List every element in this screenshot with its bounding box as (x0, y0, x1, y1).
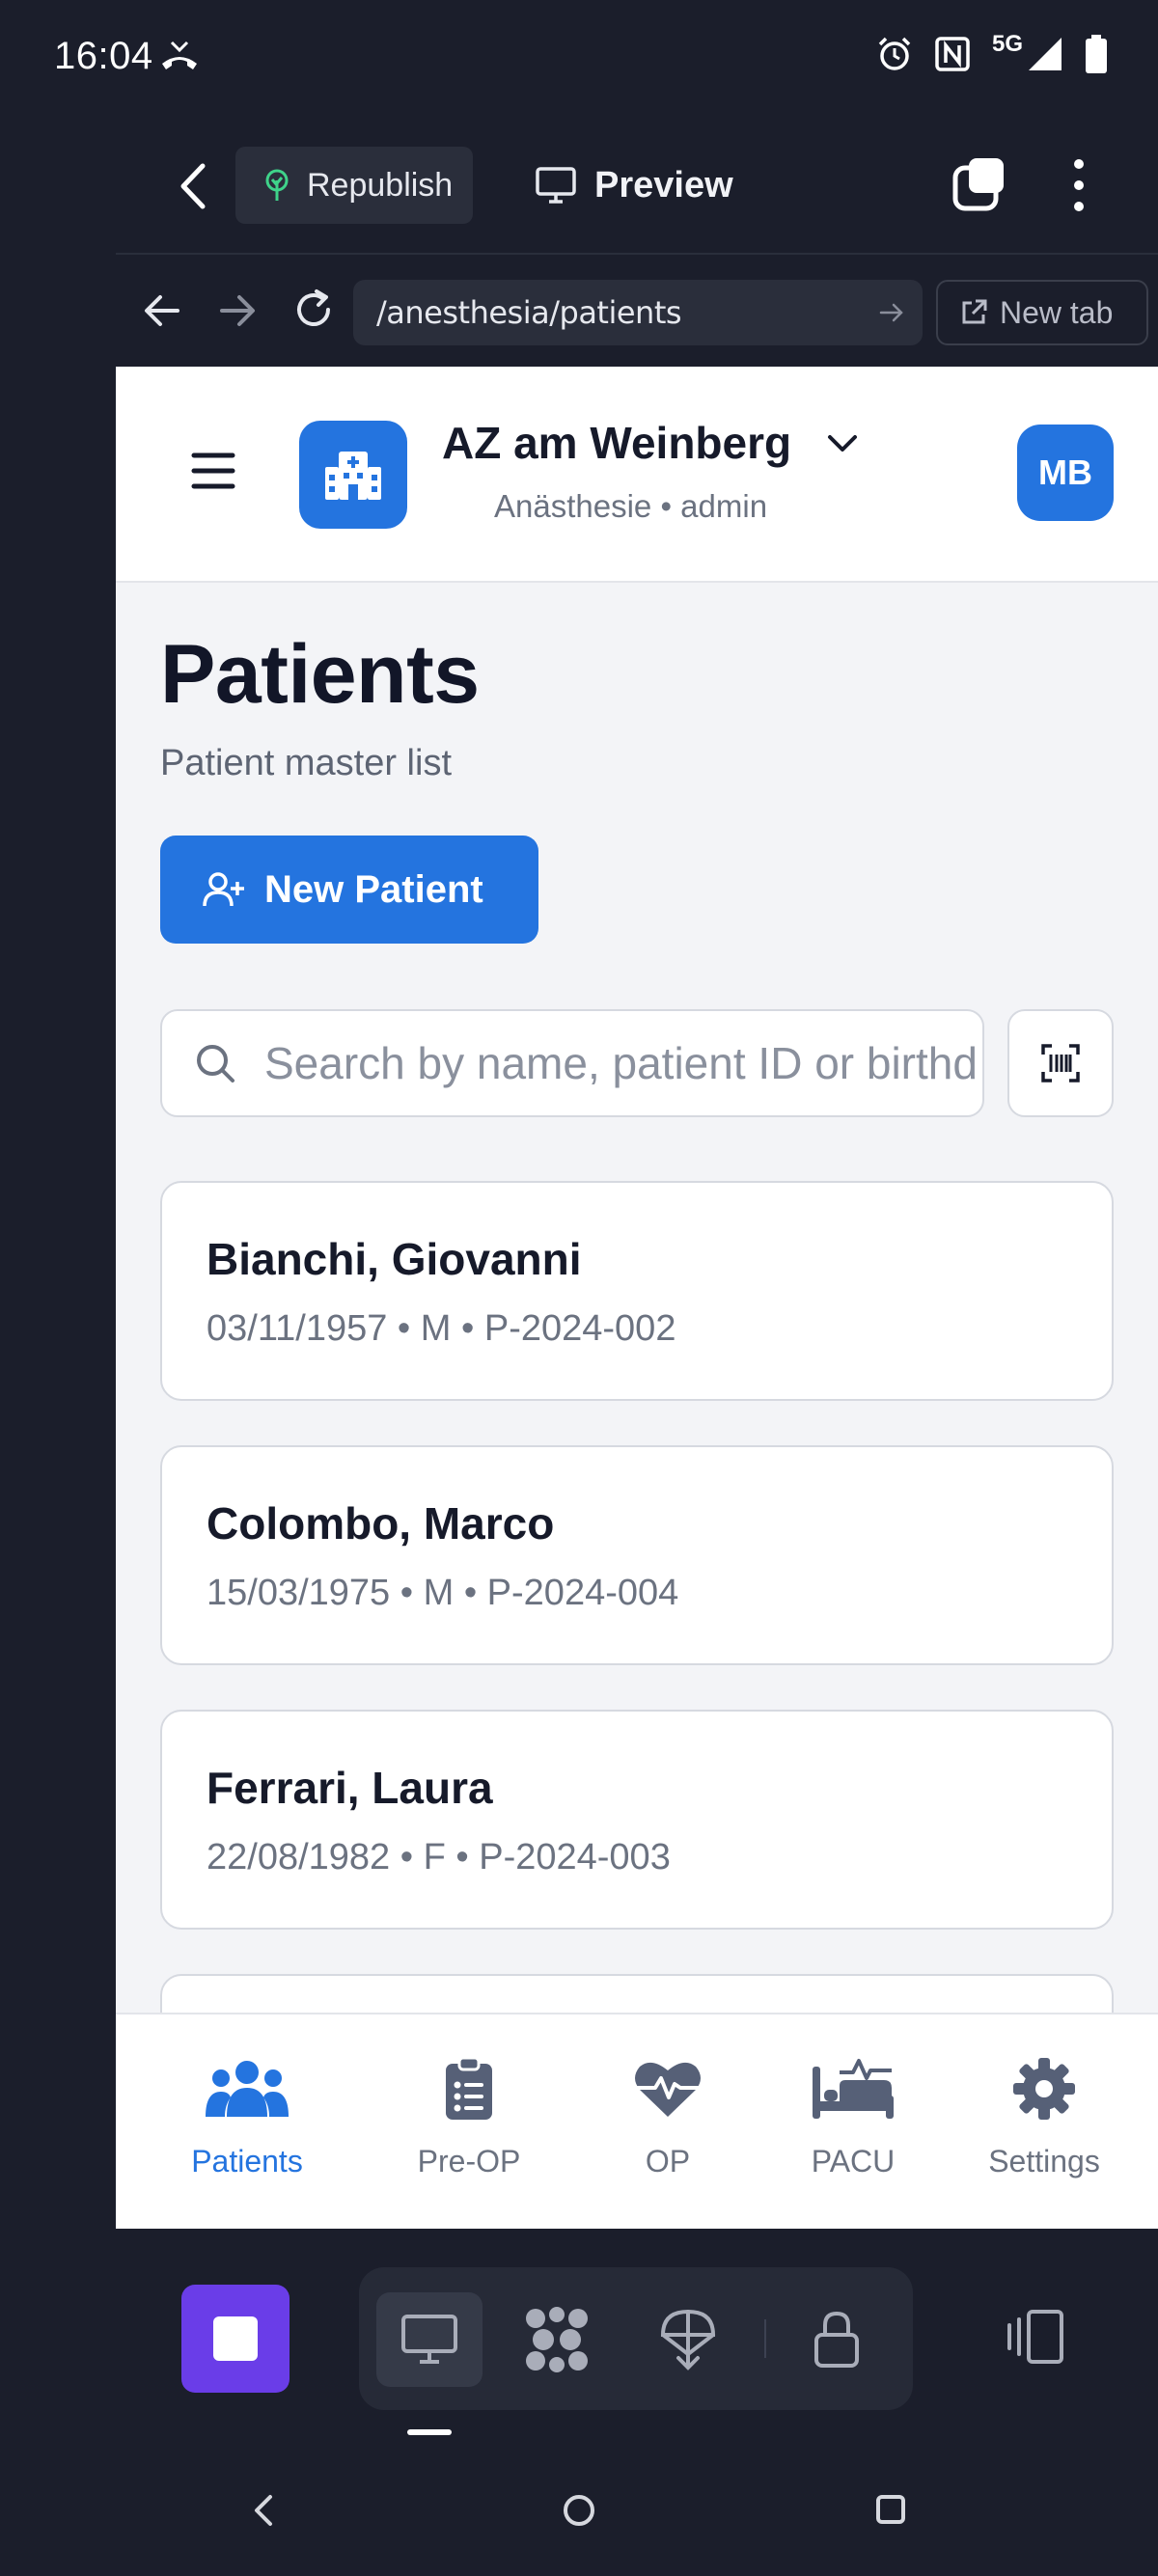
page-title: Patients (160, 628, 480, 721)
lock-button[interactable] (784, 2292, 890, 2387)
user-plus-icon (203, 872, 244, 907)
department-role: Anästhesie • admin (494, 488, 768, 524)
sprout-icon (265, 169, 289, 201)
republish-button[interactable]: Republish (235, 147, 473, 224)
gear-icon (1001, 2053, 1088, 2124)
deploy-button[interactable] (635, 2292, 741, 2387)
address-bar: /anesthesia/patients New tab (116, 253, 1158, 369)
heart-pulse-icon (624, 2053, 711, 2124)
blocks-icon (526, 2307, 588, 2372)
tab-label: Pre-OP (417, 2144, 521, 2179)
nfc-icon (935, 37, 970, 71)
tab-label: PACU (811, 2144, 896, 2179)
lock-icon (814, 2311, 859, 2368)
battery-icon (1086, 35, 1107, 73)
view-mode-group (359, 2267, 913, 2410)
editor-bottom-toolbar (0, 2229, 1158, 2460)
android-nav-bar (0, 2460, 1158, 2576)
desktop-view-button[interactable] (376, 2292, 482, 2387)
tab-label: Patients (191, 2144, 303, 2179)
stop-button[interactable] (181, 2285, 290, 2393)
chevron-down-icon[interactable] (826, 432, 859, 455)
patient-name: Colombo, Marco (207, 1498, 555, 1548)
active-indicator (407, 2429, 452, 2435)
tab-switcher-icon[interactable] (951, 156, 1007, 212)
components-button[interactable] (504, 2292, 610, 2387)
republish-label: Republish (307, 166, 454, 204)
app-viewport: AZ am Weinberg Anästhesie • admin MB Pat… (116, 367, 1158, 2229)
user-avatar[interactable]: MB (1017, 425, 1114, 521)
panel-toggle-icon[interactable] (1004, 2306, 1065, 2368)
toolbar-divider (764, 2319, 766, 2358)
app-header: AZ am Weinberg Anästhesie • admin MB (116, 367, 1158, 583)
patient-name: Ferrari, Laura (207, 1763, 493, 1813)
users-icon (204, 2053, 290, 2124)
barcode-scan-button[interactable] (1007, 1009, 1114, 1117)
tab-label: Settings (988, 2144, 1100, 2179)
network-type: 5G (991, 31, 1023, 57)
monitor-icon (401, 2315, 457, 2364)
url-text: /anesthesia/patients (376, 294, 682, 331)
search-box[interactable] (160, 1009, 984, 1117)
parachute-icon (660, 2309, 716, 2370)
search-input[interactable] (264, 1037, 979, 1089)
go-arrow-icon[interactable] (878, 299, 905, 326)
monitor-icon (536, 167, 576, 204)
back-chevron-icon[interactable] (174, 160, 212, 212)
arrow-right-icon[interactable] (216, 289, 259, 332)
stop-square-icon (213, 2316, 258, 2361)
new-tab-button[interactable]: New tab (936, 280, 1148, 345)
editor-toolbar: Republish Preview (116, 135, 1158, 235)
page-subtitle: Patient master list (160, 743, 452, 783)
hospital-icon (299, 421, 407, 529)
patient-meta: 03/11/1957 • M • P-2024-002 (207, 1308, 676, 1349)
url-field[interactable]: /anesthesia/patients (353, 280, 923, 345)
patient-name: Bianchi, Giovanni (207, 1234, 582, 1284)
search-icon (197, 1045, 234, 1082)
patient-card[interactable]: Bianchi, Giovanni 03/11/1957 • M • P-202… (160, 1181, 1114, 1401)
preview-button[interactable]: Preview (535, 147, 733, 224)
clinic-name[interactable]: AZ am Weinberg (442, 417, 791, 469)
clipboard-list-icon (426, 2053, 512, 2124)
external-link-icon (962, 299, 987, 324)
patient-card[interactable]: Colombo, Marco 15/03/1975 • M • P-2024-0… (160, 1445, 1114, 1665)
arrow-left-icon[interactable] (141, 289, 183, 332)
patient-card[interactable]: Ferrari, Laura 22/08/1982 • F • P-2024-0… (160, 1710, 1114, 1930)
barcode-scan-icon (1041, 1044, 1080, 1082)
preview-label: Preview (594, 164, 733, 206)
system-back-icon[interactable] (249, 2493, 278, 2528)
bottom-tab-bar: Patients Pre-OP OP PACU Settings (116, 2013, 1158, 2229)
alarm-icon (878, 37, 911, 70)
patient-meta: 15/03/1975 • M • P-2024-004 (207, 1573, 679, 1613)
new-tab-label: New tab (1000, 294, 1114, 330)
patient-meta: 22/08/1982 • F • P-2024-003 (207, 1837, 671, 1877)
tab-label: OP (645, 2144, 691, 2179)
tab-pacu[interactable]: PACU (757, 2053, 950, 2207)
hamburger-menu-icon[interactable] (191, 452, 235, 490)
system-home-icon[interactable] (562, 2493, 596, 2528)
tab-settings[interactable]: Settings (948, 2053, 1141, 2207)
tab-patients[interactable]: Patients (151, 2053, 344, 2207)
tab-op[interactable]: OP (571, 2053, 764, 2207)
more-menu-icon[interactable] (1069, 156, 1089, 214)
status-bar: 16:04 5G (0, 0, 1158, 116)
tab-pre-op[interactable]: Pre-OP (372, 2053, 565, 2207)
new-patient-button[interactable]: New Patient (160, 836, 538, 944)
system-recents-icon[interactable] (874, 2493, 907, 2526)
new-patient-label: New Patient (264, 867, 483, 911)
signal-icon (1029, 38, 1062, 70)
bed-pulse-icon (810, 2053, 896, 2124)
missed-call-icon (162, 41, 197, 69)
reload-icon[interactable] (290, 286, 338, 334)
status-time: 16:04 (54, 35, 153, 77)
